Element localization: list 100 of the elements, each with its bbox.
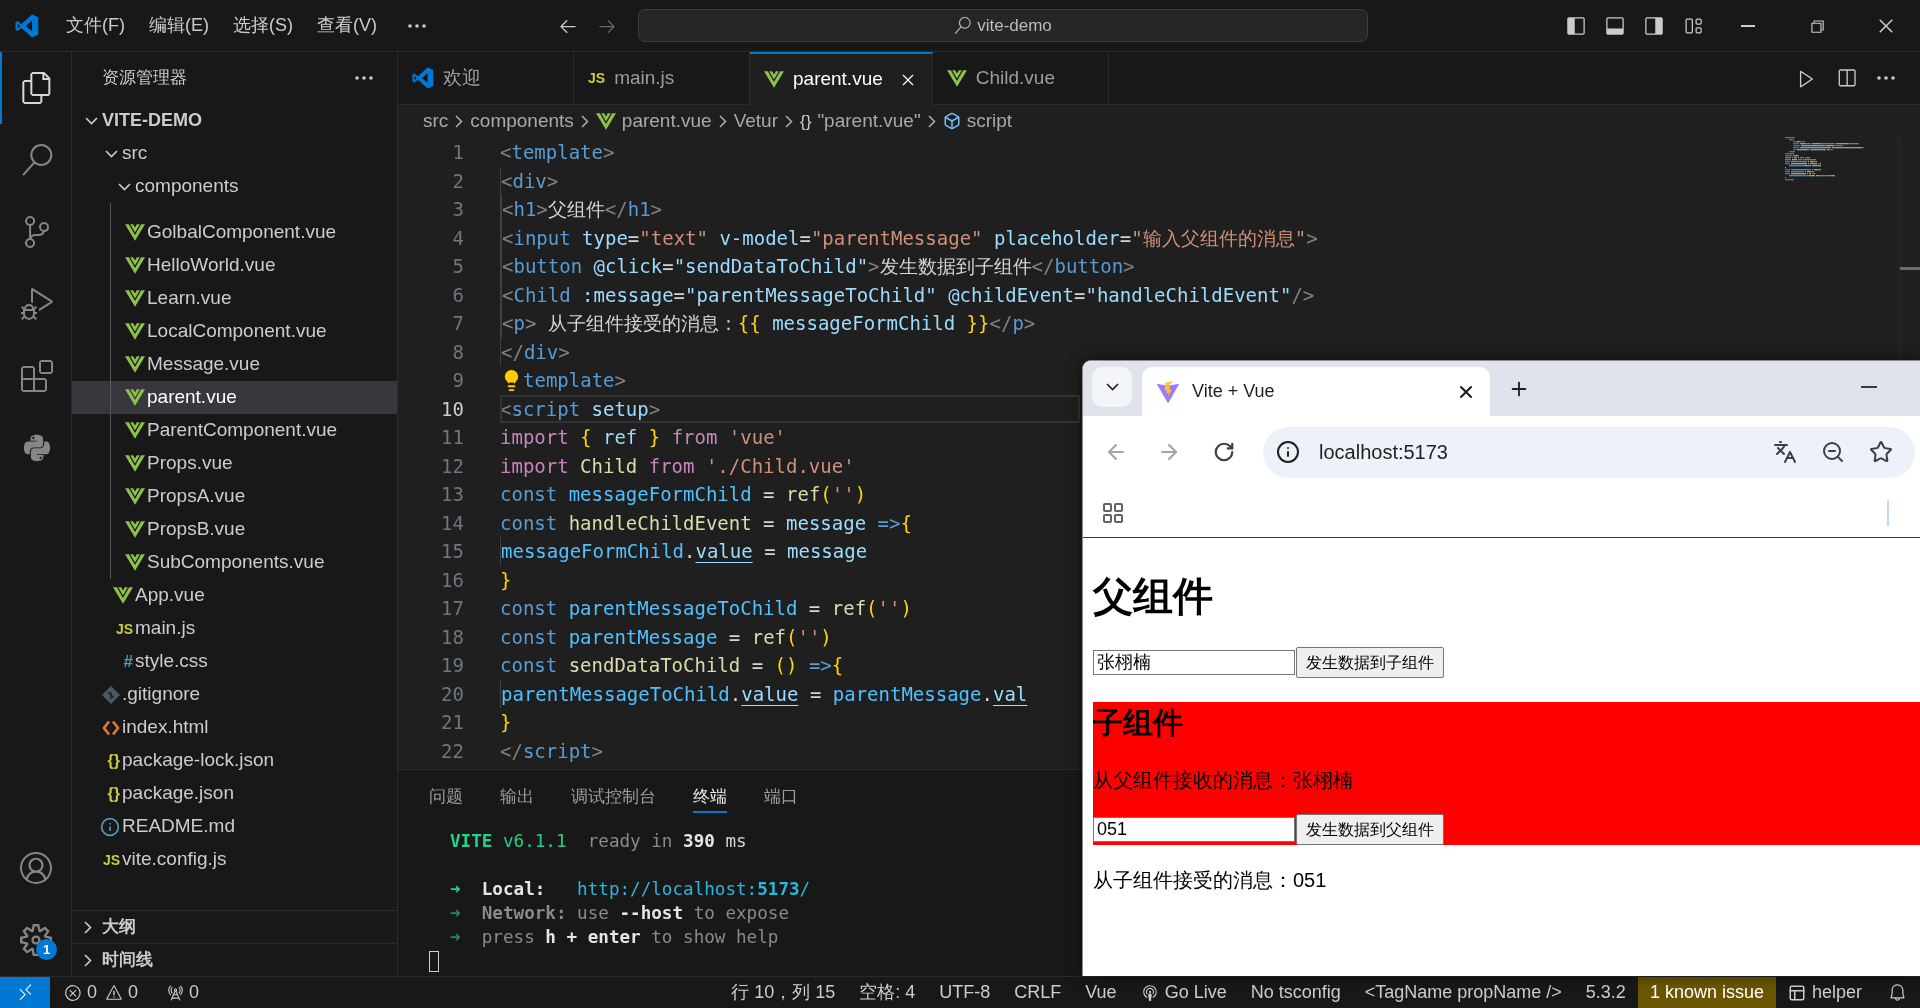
editor-tab[interactable]: parent.vue (750, 52, 933, 105)
file-row[interactable]: JS main.js (72, 612, 397, 645)
js-icon: JS (102, 852, 120, 867)
file-row[interactable]: LocalComponent.vue (72, 315, 397, 348)
text-input[interactable]: 051 (1093, 817, 1295, 842)
line-number: 9 (451, 368, 464, 393)
folder-row[interactable]: components (72, 170, 397, 203)
status-item[interactable]: CRLF (1002, 977, 1074, 1008)
diamond-icon (102, 685, 120, 704)
file-row[interactable]: .gitignore (72, 678, 397, 711)
v-logo-icon (125, 290, 145, 307)
code-line: <template> (500, 140, 615, 165)
file-row[interactable]: Message.vue (72, 348, 397, 381)
line-number: 3 (451, 197, 464, 222)
section-header[interactable]: 大纲 (72, 910, 397, 943)
line-number: 19 (440, 653, 464, 678)
zoom-out-icon[interactable] (1821, 440, 1845, 464)
editor-tab[interactable]: 欢迎 (398, 52, 574, 105)
panel-tab[interactable]: 端口 (764, 783, 798, 813)
panel-tab[interactable]: 调试控制台 (571, 783, 656, 813)
breadcrumb-item[interactable]: {} "parent.vue" (800, 106, 921, 136)
code-line: const messageFormChild = ref('') (500, 482, 867, 507)
folder-row[interactable]: src (72, 137, 397, 170)
menu-item[interactable]: 查看(V) (305, 8, 389, 43)
chevron-right-icon (455, 114, 464, 128)
v-logo-icon (125, 422, 145, 439)
status-item[interactable]: 5.3.2 (1573, 977, 1638, 1008)
file-row[interactable]: Props.vue (72, 447, 397, 480)
app-logo-icon (15, 13, 39, 38)
address-bar[interactable]: localhost:5173 (1263, 426, 1915, 478)
activity-bar-item[interactable]: 1 (0, 904, 71, 976)
status-item[interactable]: 空格: 4 (847, 977, 928, 1008)
file-row[interactable]: index.html (72, 711, 397, 744)
folder-row[interactable]: VITE-DEMO (72, 104, 397, 137)
file-row[interactable]: {}package-lock.json (72, 744, 397, 777)
file-row[interactable]: #style.css (72, 645, 397, 678)
menu-item[interactable]: 选择(S) (221, 8, 305, 43)
panel-tab[interactable]: 输出 (500, 783, 534, 813)
panel-tab[interactable]: 终端 (693, 783, 727, 813)
line-number: 12 (440, 453, 464, 479)
status-item[interactable]: No tsconfig (1238, 977, 1353, 1008)
reload-icon (1213, 441, 1235, 463)
sidebar-right-icon (1643, 15, 1664, 36)
menu-item[interactable]: 文件(F) (54, 8, 137, 43)
editor-tab[interactable]: Child.vue (932, 52, 1109, 105)
file-row[interactable]: parent.vue (72, 381, 397, 414)
file-row[interactable]: Learn.vue (72, 282, 397, 315)
chevron-right-icon (785, 114, 793, 128)
code-line: parentMessageToChild.value = parentMessage.val (500, 679, 1028, 708)
file-row[interactable]: README.md (72, 810, 397, 843)
file-row[interactable]: PropsB.vue (72, 513, 397, 546)
file-row[interactable]: SubComponents.vue (72, 546, 397, 579)
breadcrumb-item[interactable]: script (942, 106, 1013, 136)
status-item[interactable]: 1 known issue (1637, 977, 1776, 1008)
line-number: 22 (440, 738, 464, 764)
file-row[interactable]: HelloWorld.vue (72, 249, 397, 282)
file-row[interactable]: {}package.json (72, 777, 397, 810)
status-item[interactable]: Vue (1073, 977, 1129, 1008)
browser-tab[interactable]: Vite + Vue (1142, 367, 1490, 416)
code-line: <Child :message="parentMessageToChild" @childEvent="handleChildEvent"/> (500, 280, 1315, 309)
file-row[interactable]: ParentComponent.vue (72, 414, 397, 447)
v-logo-icon (125, 323, 145, 340)
status-item[interactable]: 行 10，列 15 (719, 977, 848, 1008)
translate-icon[interactable] (1773, 440, 1797, 464)
v-logo-icon (125, 488, 145, 505)
code-line: } (500, 567, 512, 593)
code-line: <div> (500, 166, 559, 195)
menu-item[interactable]: 编辑(E) (137, 8, 221, 43)
info-icon[interactable] (1276, 440, 1300, 464)
text-input[interactable]: 张栩楠 (1093, 650, 1295, 675)
panel-tab[interactable]: 问题 (429, 783, 463, 813)
file-row[interactable]: PropsA.vue (72, 480, 397, 513)
apps-grid-icon[interactable] (1101, 500, 1125, 525)
breadcrumb-item[interactable]: src (423, 106, 449, 136)
breadcrumb-item[interactable]: components (470, 106, 574, 136)
files-icon (20, 72, 53, 104)
ports-button[interactable]: 0 (164, 977, 202, 1008)
line-number: 10 (440, 396, 464, 422)
command-search-field[interactable]: vite-demo (638, 9, 1368, 42)
status-item[interactable]: Go Live (1128, 977, 1239, 1008)
star-icon[interactable] (1869, 440, 1893, 464)
code-line: </script> (500, 738, 603, 764)
info-icon (100, 816, 120, 837)
file-row[interactable]: JSvite.config.js (72, 843, 397, 876)
terminal-line: ➜ press h + enter to show help (450, 926, 779, 949)
remote-button[interactable] (0, 977, 50, 1008)
status-item[interactable]: UTF-8 (927, 977, 1003, 1008)
file-row[interactable]: App.vue (72, 579, 397, 612)
status-item[interactable]: <TagName propName /> (1352, 977, 1574, 1008)
file-row[interactable]: GolbalComponent.vue (72, 216, 397, 249)
send-button[interactable]: 发生数据到父组件 (1296, 814, 1444, 845)
send-button[interactable]: 发生数据到子组件 (1296, 647, 1444, 678)
problems-button[interactable]: 0 0 (62, 977, 141, 1008)
code-line: const handleChildEvent = message =>{ (500, 510, 912, 536)
breadcrumb-item[interactable]: parent.vue (595, 106, 712, 136)
breadcrumb-item[interactable]: Vetur (733, 106, 778, 136)
code-line: const parentMessage = ref('') (500, 624, 832, 650)
lightning-logo-icon (1156, 379, 1180, 404)
status-item[interactable]: helper (1775, 977, 1874, 1008)
line-number: 16 (440, 567, 464, 593)
